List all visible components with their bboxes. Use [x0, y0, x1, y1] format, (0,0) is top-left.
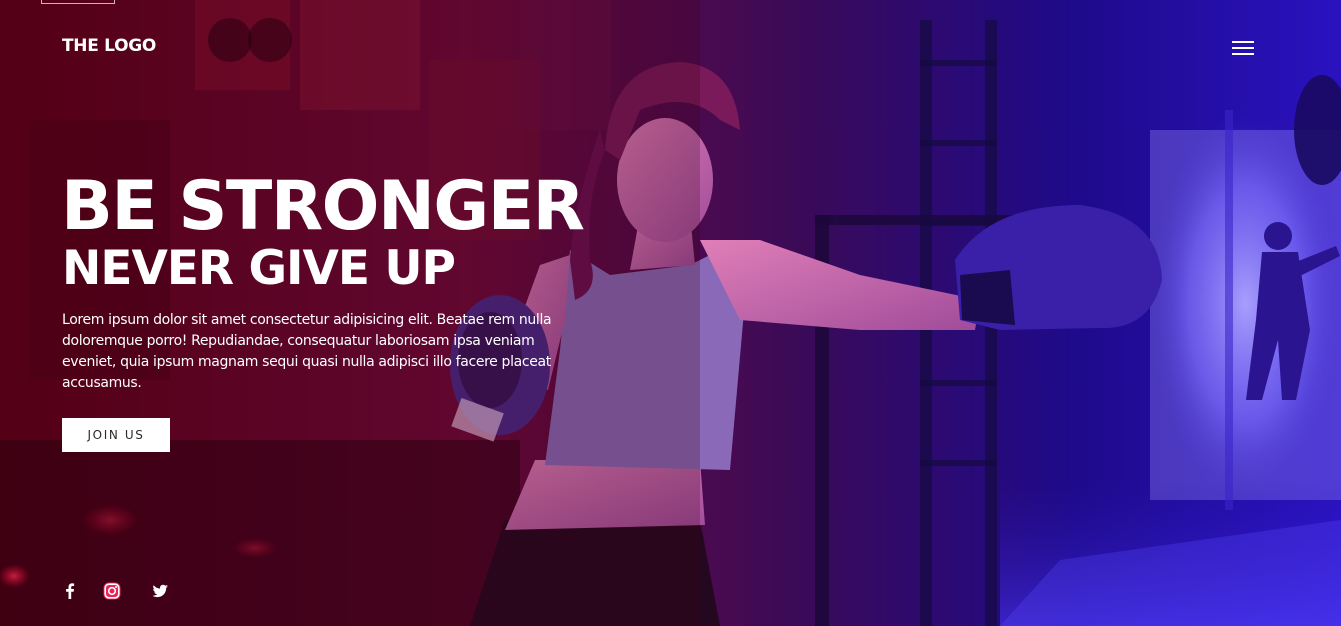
facebook-icon	[66, 583, 75, 599]
instagram-link[interactable]	[101, 580, 123, 602]
hero-description: Lorem ipsum dolor sit amet consectetur a…	[62, 312, 552, 391]
twitter-icon	[152, 584, 168, 598]
instagram-icon	[103, 582, 121, 600]
menu-line	[1232, 47, 1254, 49]
hero-subheadline: NEVER GIVE UP	[62, 241, 456, 296]
menu-line	[1232, 41, 1254, 43]
hamburger-menu-icon[interactable]	[1230, 38, 1256, 58]
twitter-link[interactable]	[149, 580, 171, 602]
facebook-link[interactable]	[59, 580, 81, 602]
hero-headline: BE STRONGER	[61, 167, 585, 246]
hero-section: THE LOGO BE STRONGER NEVER GIVE UP Lorem…	[0, 0, 1341, 626]
join-us-button[interactable]: JOIN US	[62, 418, 170, 452]
top-frame-decoration	[41, 0, 115, 4]
site-logo[interactable]: THE LOGO	[62, 36, 156, 56]
menu-line	[1232, 53, 1254, 55]
